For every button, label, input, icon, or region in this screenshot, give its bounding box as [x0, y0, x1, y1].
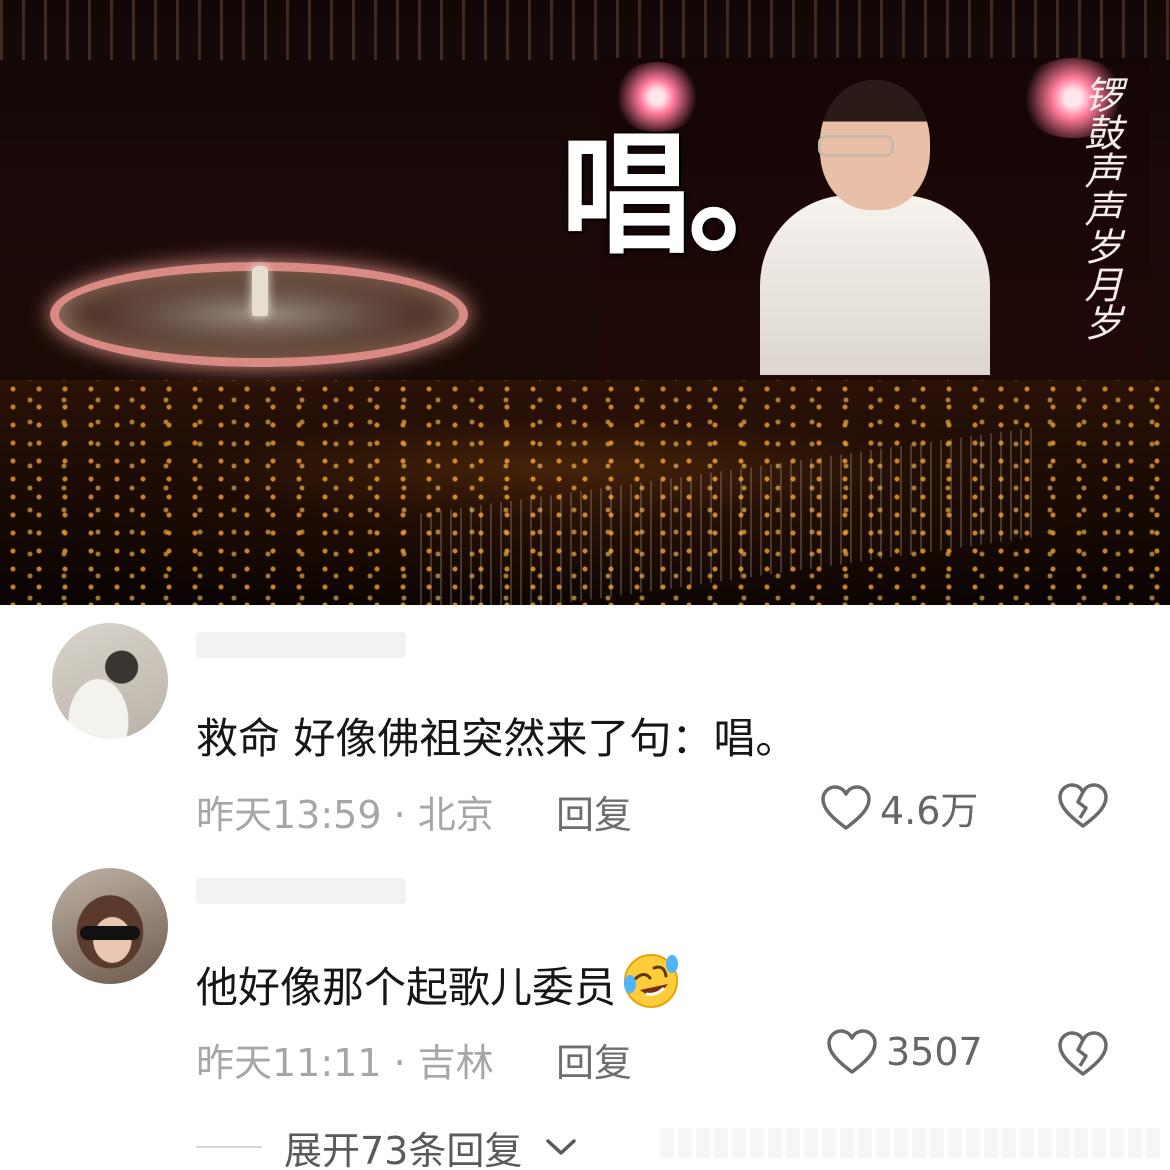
- performer-figure: [252, 266, 268, 316]
- expand-replies-button[interactable]: 展开73条回复: [196, 1122, 578, 1170]
- reply-button[interactable]: 回复: [556, 784, 632, 839]
- comment-text: 救命 好像佛祖突然来了句：唱。: [196, 714, 798, 763]
- avatar[interactable]: [52, 623, 168, 739]
- comment-meta: 昨天11:11 · 吉林: [196, 1041, 494, 1085]
- username-placeholder[interactable]: [196, 878, 406, 904]
- cropped-content-edge: [660, 1128, 1160, 1158]
- like-button[interactable]: 4.6万: [820, 780, 978, 835]
- heart-outline-icon: [827, 1029, 877, 1074]
- like-count: 4.6万: [880, 789, 979, 833]
- overlay-caption: 唱。: [560, 119, 820, 273]
- screen-lyric: 锣鼓声声岁月岁: [1078, 75, 1122, 341]
- rolling-on-floor-laughing-icon: [624, 954, 679, 1008]
- heart-outline-icon: [821, 784, 871, 830]
- broken-heart-icon[interactable]: [1057, 782, 1109, 830]
- comment-text: 他好像那个起歌儿委员: [196, 950, 682, 1015]
- divider-line: [196, 1146, 262, 1148]
- broken-heart-icon[interactable]: [1057, 1030, 1109, 1078]
- ceiling-lights: [0, 0, 1170, 60]
- reply-button[interactable]: 回复: [556, 1032, 632, 1087]
- concert-photo[interactable]: 唱。 锣鼓声声岁月岁: [0, 0, 1170, 605]
- like-button[interactable]: 3507: [826, 1028, 983, 1076]
- comment-meta: 昨天13:59 · 北京: [196, 793, 494, 837]
- avatar[interactable]: [52, 868, 168, 984]
- singer-glasses: [818, 135, 894, 157]
- expand-replies-label: 展开73条回复: [284, 1128, 523, 1170]
- username-placeholder[interactable]: [196, 632, 406, 658]
- chevron-down-icon: [546, 1139, 577, 1155]
- like-count: 3507: [886, 1030, 983, 1074]
- comment-text-content: 他好像那个起歌儿委员: [196, 963, 617, 1012]
